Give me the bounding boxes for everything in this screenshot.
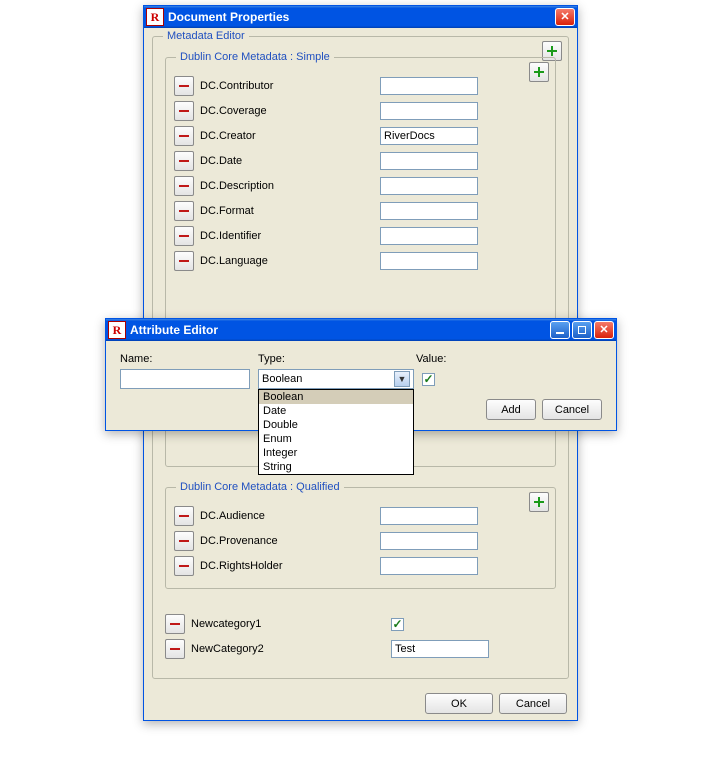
metadata-label: DC.Description — [200, 180, 380, 192]
custom-value-input[interactable] — [391, 640, 489, 658]
metadata-row: DC.Creator — [174, 125, 547, 147]
maximize-icon[interactable] — [572, 321, 592, 339]
metadata-row: DC.Provenance — [174, 530, 547, 552]
qualified-section: Dublin Core Metadata : Qualified DC.Audi… — [165, 487, 556, 589]
metadata-value-input[interactable] — [380, 202, 478, 220]
metadata-value-input[interactable] — [380, 102, 478, 120]
qualified-section-legend: Dublin Core Metadata : Qualified — [176, 481, 344, 493]
close-icon[interactable] — [594, 321, 614, 339]
name-label: Name: — [120, 353, 258, 365]
metadata-label: DC.Coverage — [200, 105, 380, 117]
remove-button[interactable] — [174, 126, 194, 146]
remove-button[interactable] — [165, 614, 185, 634]
metadata-row: DC.Audience — [174, 505, 547, 527]
cancel-button[interactable]: Cancel — [499, 693, 567, 714]
metadata-label: DC.RightsHolder — [200, 560, 380, 572]
remove-button[interactable] — [174, 101, 194, 121]
metadata-label: DC.Date — [200, 155, 380, 167]
metadata-row: DC.Identifier — [174, 225, 547, 247]
metadata-label: DC.Identifier — [200, 230, 380, 242]
custom-checkbox[interactable]: ✓ — [391, 618, 404, 631]
metadata-value-input[interactable] — [380, 127, 478, 145]
metadata-row: DC.Coverage — [174, 100, 547, 122]
name-input[interactable] — [120, 369, 250, 389]
remove-button[interactable] — [174, 76, 194, 96]
metadata-label: DC.Creator — [200, 130, 380, 142]
value-checkbox[interactable]: ✓ — [422, 373, 435, 386]
type-option[interactable]: Integer — [259, 446, 413, 460]
metadata-label: DC.Provenance — [200, 535, 380, 547]
titlebar[interactable]: R Document Properties — [144, 6, 577, 28]
ok-button[interactable]: OK — [425, 693, 493, 714]
type-option[interactable]: Enum — [259, 432, 413, 446]
app-icon: R — [146, 8, 164, 26]
type-dropdown-list: BooleanDateDoubleEnumIntegerString — [258, 389, 414, 475]
metadata-row: DC.Date — [174, 150, 547, 172]
remove-button[interactable] — [174, 506, 194, 526]
remove-button[interactable] — [174, 151, 194, 171]
type-option[interactable]: Double — [259, 418, 413, 432]
attribute-editor-window: R Attribute Editor Name: Type: Value: Bo… — [105, 318, 617, 431]
simple-section-legend: Dublin Core Metadata : Simple — [176, 51, 334, 63]
metadata-label: DC.Audience — [200, 510, 380, 522]
custom-label: NewCategory2 — [191, 643, 391, 655]
metadata-row: DC.Language — [174, 250, 547, 272]
metadata-editor-legend: Metadata Editor — [163, 30, 249, 42]
metadata-value-input[interactable] — [380, 557, 478, 575]
metadata-row: DC.Contributor — [174, 75, 547, 97]
metadata-value-input[interactable] — [380, 77, 478, 95]
metadata-value-input[interactable] — [380, 227, 478, 245]
metadata-row: DC.Format — [174, 200, 547, 222]
remove-button[interactable] — [174, 531, 194, 551]
remove-button[interactable] — [174, 226, 194, 246]
metadata-value-input[interactable] — [380, 177, 478, 195]
type-option[interactable]: Date — [259, 404, 413, 418]
metadata-value-input[interactable] — [380, 252, 478, 270]
add-simple-button[interactable] — [529, 62, 549, 82]
metadata-value-input[interactable] — [380, 152, 478, 170]
remove-button[interactable] — [174, 251, 194, 271]
type-option[interactable]: Boolean — [259, 390, 413, 404]
value-label: Value: — [416, 353, 446, 365]
metadata-label: DC.Format — [200, 205, 380, 217]
type-option[interactable]: String — [259, 460, 413, 474]
chevron-down-icon: ▼ — [394, 371, 410, 387]
metadata-label: DC.Language — [200, 255, 380, 267]
custom-row: Newcategory1✓ — [165, 613, 556, 635]
titlebar[interactable]: R Attribute Editor — [106, 319, 616, 341]
metadata-row: DC.RightsHolder — [174, 555, 547, 577]
app-icon: R — [108, 321, 126, 339]
type-selected-value: Boolean — [262, 373, 302, 385]
metadata-value-input[interactable] — [380, 507, 478, 525]
type-select[interactable]: Boolean ▼ — [258, 369, 414, 389]
metadata-row: DC.Description — [174, 175, 547, 197]
add-button[interactable]: Add — [486, 399, 536, 420]
metadata-label: DC.Contributor — [200, 80, 380, 92]
window-title: Document Properties — [168, 10, 289, 24]
remove-button[interactable] — [165, 639, 185, 659]
remove-button[interactable] — [174, 556, 194, 576]
window-title: Attribute Editor — [130, 323, 218, 337]
type-label: Type: — [258, 353, 416, 365]
remove-button[interactable] — [174, 176, 194, 196]
custom-label: Newcategory1 — [191, 618, 391, 630]
remove-button[interactable] — [174, 201, 194, 221]
custom-row: NewCategory2 — [165, 638, 556, 660]
cancel-button[interactable]: Cancel — [542, 399, 602, 420]
metadata-value-input[interactable] — [380, 532, 478, 550]
minimize-icon[interactable] — [550, 321, 570, 339]
add-qualified-button[interactable] — [529, 492, 549, 512]
close-icon[interactable] — [555, 8, 575, 26]
